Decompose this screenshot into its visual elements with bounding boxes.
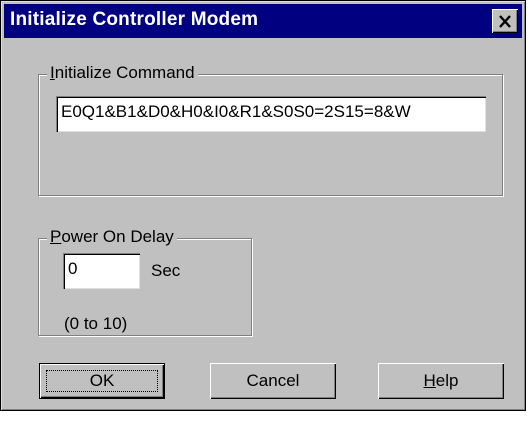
- initialize-command-label: Initialize Command: [47, 63, 198, 83]
- focus-ring: [46, 370, 158, 392]
- ok-button[interactable]: OK: [39, 363, 165, 399]
- title-bar[interactable]: Initialize Controller Modem: [4, 4, 522, 38]
- delay-unit-label: Sec: [151, 261, 181, 280]
- close-button[interactable]: [492, 9, 518, 33]
- power-on-delay-group: Power On Delay 0 Sec (0 to 10): [38, 227, 252, 336]
- cancel-button-label: Cancel: [246, 371, 300, 390]
- delay-range-hint: (0 to 10): [64, 314, 128, 333]
- cancel-button[interactable]: Cancel: [210, 363, 336, 399]
- window-title: Initialize Controller Modem: [10, 9, 259, 30]
- power-on-delay-label: Power On Delay: [47, 227, 177, 247]
- help-button-label: Help: [423, 371, 459, 390]
- initialize-command-input[interactable]: E0Q1&B1&D0&H0&I0&R1&S0S0=2S15=8&W: [56, 96, 486, 132]
- initialize-command-group: Initialize Command E0Q1&B1&D0&H0&I0&R1&S…: [38, 63, 503, 196]
- help-button[interactable]: Help: [378, 363, 504, 399]
- initialize-controller-modem-dialog: Initialize Controller Modem Initialize C…: [0, 0, 526, 411]
- power-on-delay-input[interactable]: 0: [63, 253, 140, 289]
- close-icon: [499, 14, 511, 28]
